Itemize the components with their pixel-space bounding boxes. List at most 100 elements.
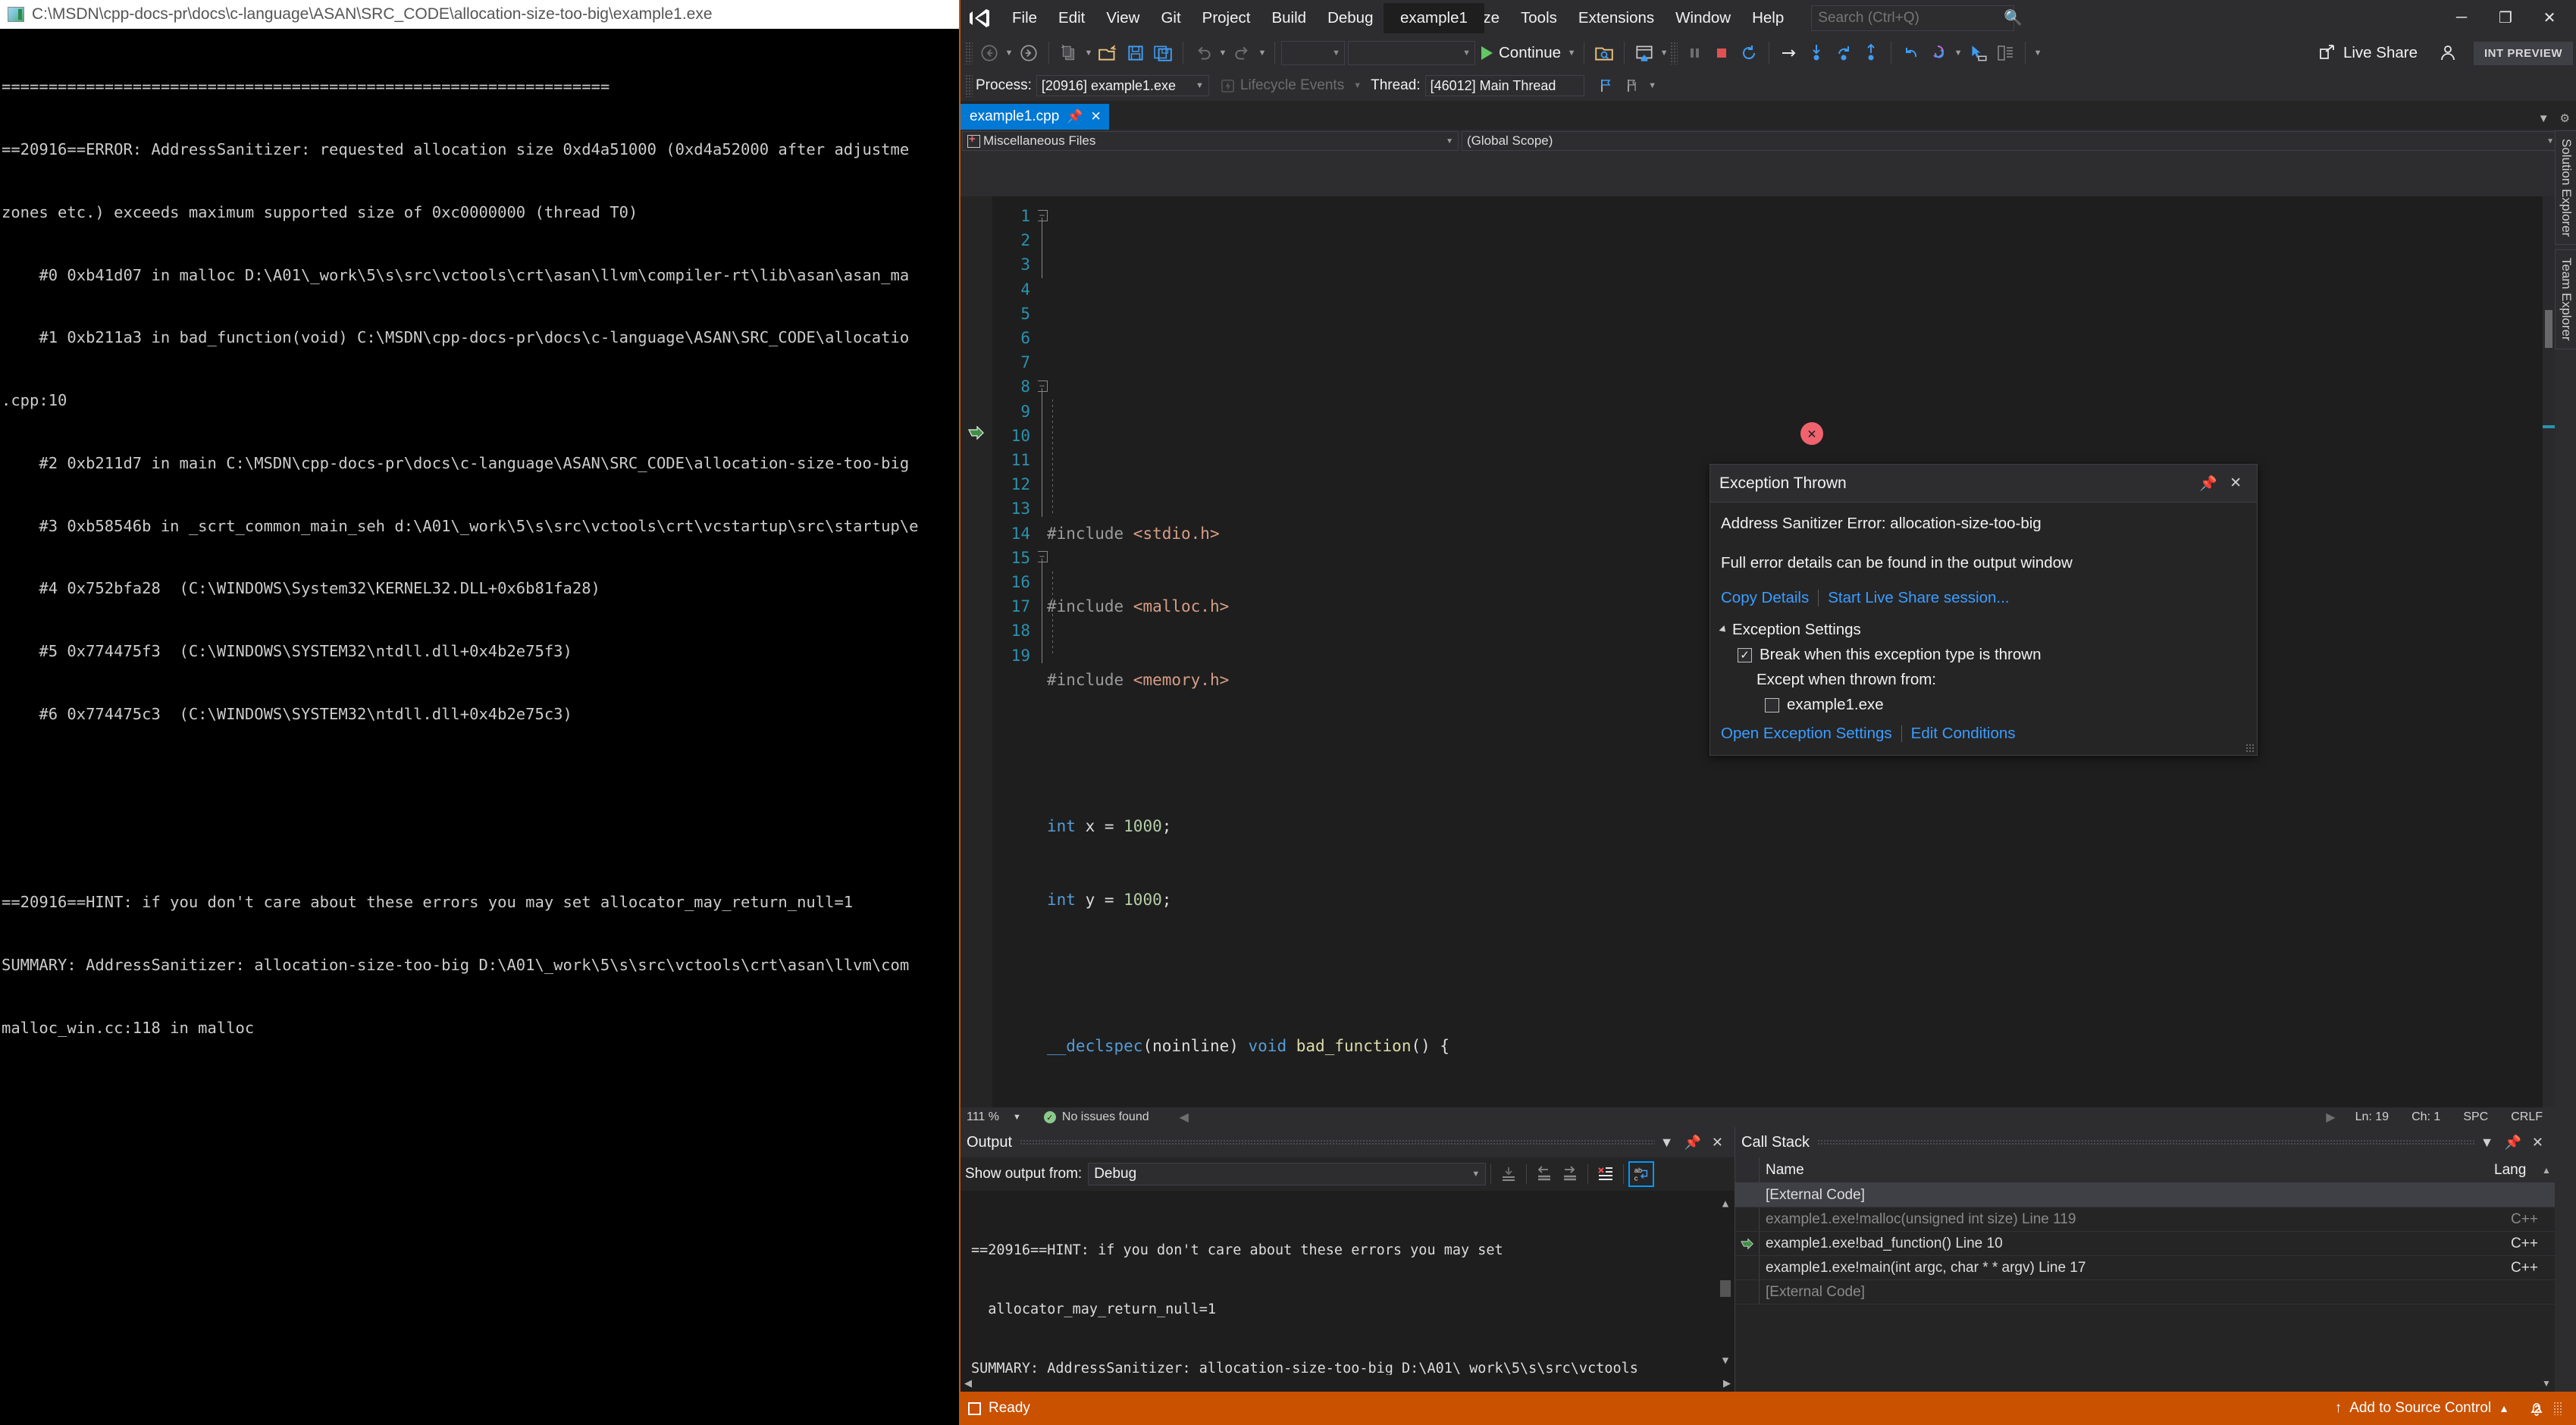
notifications-button[interactable]: 2 bbox=[2527, 1399, 2546, 1417]
exception-thrown-dialog[interactable]: Exception Thrown 📌 ✕ Address Sanitizer E… bbox=[1709, 464, 2258, 756]
process-combo[interactable]: [20916] example1.exe ▼ bbox=[1036, 75, 1209, 96]
pause-icon[interactable] bbox=[1681, 39, 1708, 67]
output-vertical-scrollbar[interactable]: ▲ ▼ bbox=[1716, 1191, 1735, 1375]
debug-location-overflow-icon[interactable]: ▼ bbox=[1647, 72, 1659, 99]
sidebar-item-team-explorer[interactable]: Team Explorer bbox=[2555, 249, 2576, 350]
chevron-down-icon[interactable]: ▼ bbox=[2475, 1135, 2499, 1151]
start-live-share-link[interactable]: Start Live Share session... bbox=[1828, 589, 2009, 607]
tab-example1-cpp[interactable]: example1.cpp 📌 ✕ bbox=[961, 104, 1109, 130]
scroll-up-icon[interactable]: ▲ bbox=[2538, 1165, 2555, 1176]
open-exception-settings-link[interactable]: Open Exception Settings bbox=[1721, 725, 1892, 743]
redo-icon[interactable] bbox=[1229, 39, 1256, 67]
flags-icon[interactable] bbox=[1619, 72, 1647, 99]
toolbar-grip[interactable] bbox=[965, 74, 973, 97]
flag-icon[interactable] bbox=[1592, 72, 1619, 99]
save-icon[interactable] bbox=[1122, 39, 1149, 67]
chevron-down-icon[interactable]: ▼ bbox=[1013, 1113, 1021, 1122]
hot-reload-dropdown-icon[interactable]: ▼ bbox=[1952, 39, 1964, 67]
break-on-exception-checkbox[interactable]: ✓ bbox=[1738, 647, 1752, 662]
show-next-statement-icon[interactable] bbox=[1775, 39, 1803, 67]
resize-grip-icon[interactable] bbox=[2553, 1402, 2562, 1415]
search-input[interactable] bbox=[1818, 9, 2004, 27]
except-module-checkbox[interactable] bbox=[1765, 697, 1779, 712]
chevron-down-icon[interactable]: ▼ bbox=[1655, 1135, 1679, 1151]
issues-indicator[interactable]: ✓ No issues found bbox=[1043, 1110, 1149, 1124]
undo-icon[interactable] bbox=[1189, 39, 1217, 67]
search-box[interactable]: 🔍 bbox=[1811, 5, 2023, 31]
navigate-back-icon[interactable] bbox=[976, 39, 1003, 67]
go-to-next-message-icon[interactable] bbox=[1557, 1161, 1583, 1187]
configuration-combo[interactable]: ▼ bbox=[1281, 41, 1345, 65]
window-layout-icon[interactable] bbox=[1631, 39, 1658, 67]
scroll-down-icon[interactable]: ▼ bbox=[1722, 1348, 1728, 1373]
menu-item-view[interactable]: View bbox=[1095, 5, 1150, 32]
table-row[interactable]: example1.exe!main(int argc, char * * arg… bbox=[1735, 1256, 2555, 1280]
pin-icon[interactable]: 📌 bbox=[1678, 1135, 1706, 1151]
find-message-icon[interactable] bbox=[1496, 1161, 1521, 1187]
output-text[interactable]: ==20916==HINT: if you don't care about t… bbox=[961, 1191, 1735, 1375]
editor-vertical-scrollbar[interactable] bbox=[2543, 196, 2555, 1112]
live-visual-tree-icon[interactable] bbox=[1992, 39, 2019, 67]
menu-item-window[interactable]: Window bbox=[1665, 5, 1741, 32]
edit-conditions-link[interactable]: Edit Conditions bbox=[1911, 725, 2016, 743]
close-icon[interactable]: ✕ bbox=[1090, 109, 1101, 124]
go-to-previous-message-icon[interactable] bbox=[1531, 1161, 1557, 1187]
break-on-exception-row[interactable]: ✓ Break when this exception type is thro… bbox=[1738, 646, 2246, 664]
attach-to-process-icon[interactable] bbox=[1590, 39, 1618, 67]
live-share-button[interactable]: Live Share bbox=[2317, 43, 2418, 63]
output-horizontal-scrollbar[interactable]: ◀ ▶ bbox=[961, 1375, 1735, 1392]
project-selector[interactable]: Miscellaneous Files ▼ bbox=[962, 131, 1459, 151]
hot-reload-icon[interactable] bbox=[1925, 39, 1952, 67]
toolbar-grip[interactable] bbox=[965, 42, 973, 64]
table-row[interactable]: example1.exe!malloc(unsigned int size) L… bbox=[1735, 1207, 2555, 1232]
chevron-down-icon[interactable]: ▼ bbox=[2538, 112, 2549, 125]
next-issue-icon[interactable]: ▶ bbox=[2326, 1110, 2335, 1125]
resize-grip-icon[interactable] bbox=[2245, 744, 2255, 753]
continue-button[interactable]: Continue bbox=[1478, 44, 1565, 62]
window-layout-dropdown-icon[interactable]: ▼ bbox=[1658, 39, 1670, 67]
user-account-icon[interactable] bbox=[2434, 39, 2462, 67]
zoom-control[interactable]: 111 % ▼ bbox=[967, 1110, 1021, 1124]
save-all-icon[interactable] bbox=[1149, 39, 1177, 67]
toolbar-grip[interactable] bbox=[1670, 42, 1678, 64]
close-icon[interactable]: ✕ bbox=[2223, 474, 2248, 492]
copy-details-link[interactable]: Copy Details bbox=[1721, 589, 1809, 607]
error-circle-icon[interactable]: ✕ bbox=[1800, 422, 1823, 445]
previous-issue-icon[interactable]: ◀ bbox=[1180, 1110, 1189, 1125]
navigate-forward-icon[interactable] bbox=[1015, 39, 1042, 67]
menu-item-tools[interactable]: Tools bbox=[1510, 5, 1568, 32]
editor-indicator-margin[interactable] bbox=[961, 196, 992, 1112]
table-row[interactable]: [External Code] bbox=[1735, 1280, 2555, 1304]
menu-item-extensions[interactable]: Extensions bbox=[1568, 5, 1665, 32]
exception-settings-expander[interactable]: Exception Settings bbox=[1719, 621, 2246, 639]
step-into-icon[interactable] bbox=[1803, 39, 1830, 67]
redo-dropdown-icon[interactable]: ▼ bbox=[1256, 39, 1268, 67]
navigate-back-dropdown-icon[interactable]: ▼ bbox=[1003, 39, 1015, 67]
fold-toggle-icon[interactable]: − bbox=[1038, 210, 1048, 221]
restart-icon[interactable] bbox=[1735, 39, 1763, 67]
undo-dropdown-icon[interactable]: ▼ bbox=[1217, 39, 1229, 67]
new-item-dropdown-icon[interactable]: ▼ bbox=[1083, 39, 1095, 67]
platform-combo[interactable]: ▼ bbox=[1348, 41, 1475, 65]
except-module-row[interactable]: example1.exe bbox=[1765, 696, 2246, 714]
clear-all-icon[interactable] bbox=[1593, 1161, 1619, 1187]
maximize-button[interactable]: ❐ bbox=[2484, 0, 2527, 36]
stop-icon[interactable] bbox=[1708, 39, 1735, 67]
toolbar-overflow-icon[interactable]: ▼ bbox=[2032, 39, 2044, 67]
fold-toggle-icon[interactable]: − bbox=[1038, 551, 1048, 562]
show-output-from-combo[interactable]: Debug ▼ bbox=[1088, 1163, 1487, 1185]
step-out-icon[interactable] bbox=[1857, 39, 1885, 67]
step-over-icon[interactable] bbox=[1830, 39, 1857, 67]
scroll-down-icon[interactable]: ▼ bbox=[2538, 1378, 2555, 1389]
scroll-up-icon[interactable]: ▲ bbox=[1722, 1191, 1728, 1217]
pin-icon[interactable]: 📌 bbox=[2193, 474, 2223, 493]
column-header-name[interactable]: Name bbox=[1760, 1162, 2494, 1179]
sidebar-item-solution-explorer[interactable]: Solution Explorer bbox=[2555, 130, 2576, 246]
select-element-icon[interactable] bbox=[1964, 39, 1992, 67]
menu-item-debug[interactable]: Debug bbox=[1317, 5, 1384, 32]
pin-icon[interactable]: 📌 bbox=[2499, 1135, 2526, 1151]
menu-item-build[interactable]: Build bbox=[1261, 5, 1317, 32]
add-to-source-control-button[interactable]: Add to Source Control bbox=[2349, 1400, 2491, 1417]
table-row[interactable]: example1.exe!bad_function() Line 10 C++ bbox=[1735, 1232, 2555, 1256]
continue-dropdown-icon[interactable]: ▼ bbox=[1565, 39, 1578, 67]
